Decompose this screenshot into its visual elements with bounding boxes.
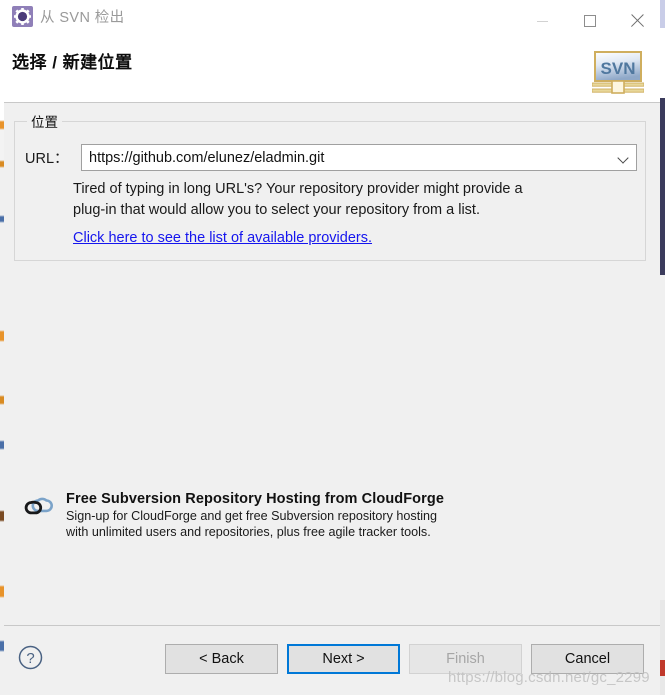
url-combobox[interactable]: https://github.com/elunez/eladmin.git — [81, 144, 637, 171]
finish-button: Finish — [409, 644, 522, 674]
back-button[interactable]: < Back — [165, 644, 278, 674]
cloud-icon — [24, 497, 53, 515]
url-row: URL： https://github.com/elunez/eladmin.g… — [25, 144, 637, 171]
cloudforge-promo-title: Free Subversion Repository Hosting from … — [66, 491, 445, 507]
next-button[interactable]: Next > — [287, 644, 400, 674]
wizard-button-bar: ? < Back Next > Finish Cancel — [4, 625, 660, 695]
minimize-button[interactable] — [519, 0, 566, 42]
window-title: 从 SVN 检出 — [40, 10, 125, 26]
cloudforge-promo-line2: with unlimited users and repositories, p… — [66, 525, 431, 539]
wizard-body: 位置 URL： https://github.com/elunez/eladmi… — [4, 103, 660, 625]
close-button[interactable] — [613, 0, 660, 42]
cloudforge-promo-text: Free Subversion Repository Hosting from … — [66, 491, 444, 540]
url-input[interactable]: https://github.com/elunez/eladmin.git — [82, 150, 610, 166]
chevron-down-icon[interactable] — [610, 145, 636, 170]
page-background-right-edge — [660, 0, 665, 695]
location-group-label: 位置 — [27, 111, 62, 131]
url-hint-line2: plug-in that would allow you to select y… — [73, 202, 480, 218]
minimize-icon — [537, 20, 548, 22]
cancel-button[interactable]: Cancel — [531, 644, 644, 674]
maximize-icon — [583, 15, 596, 27]
page-title: 选择 / 新建位置 — [12, 53, 133, 72]
cloudforge-promo: Free Subversion Repository Hosting from … — [22, 491, 622, 540]
window-controls — [519, 0, 660, 42]
maximize-button[interactable] — [566, 0, 613, 42]
gear-icon-glyph — [14, 8, 31, 25]
wizard-buttons: < Back Next > Finish Cancel — [165, 644, 644, 674]
close-icon — [630, 14, 644, 28]
url-hint-line1: Tired of typing in long URL's? Your repo… — [73, 181, 523, 197]
location-group: 位置 URL： https://github.com/elunez/eladmi… — [14, 111, 646, 261]
title-bar-identity: 从 SVN 检出 — [12, 6, 125, 27]
cloudforge-promo-line1: Sign-up for CloudForge and get free Subv… — [66, 509, 438, 523]
svn-logo-icon: SVN — [592, 51, 644, 94]
title-bar: 从 SVN 检出 — [4, 0, 660, 42]
help-icon-glyph: ? — [26, 650, 34, 667]
cloudforge-promo-body: Sign-up for CloudForge and get free Subv… — [66, 508, 444, 540]
page-background-left-edge — [0, 0, 4, 695]
gear-icon — [12, 6, 33, 27]
url-label: URL： — [25, 151, 69, 167]
available-providers-link[interactable]: Click here to see the list of available … — [73, 230, 372, 246]
wizard-header: 选择 / 新建位置 SVN — [4, 42, 660, 103]
help-icon[interactable]: ? — [18, 645, 43, 670]
url-hint-text: Tired of typing in long URL's? Your repo… — [73, 179, 633, 221]
svn-logo-text: SVN — [601, 59, 636, 78]
svn-checkout-dialog: 从 SVN 检出 选择 / 新建位置 SVN 位置 URL： https://g… — [0, 0, 665, 695]
